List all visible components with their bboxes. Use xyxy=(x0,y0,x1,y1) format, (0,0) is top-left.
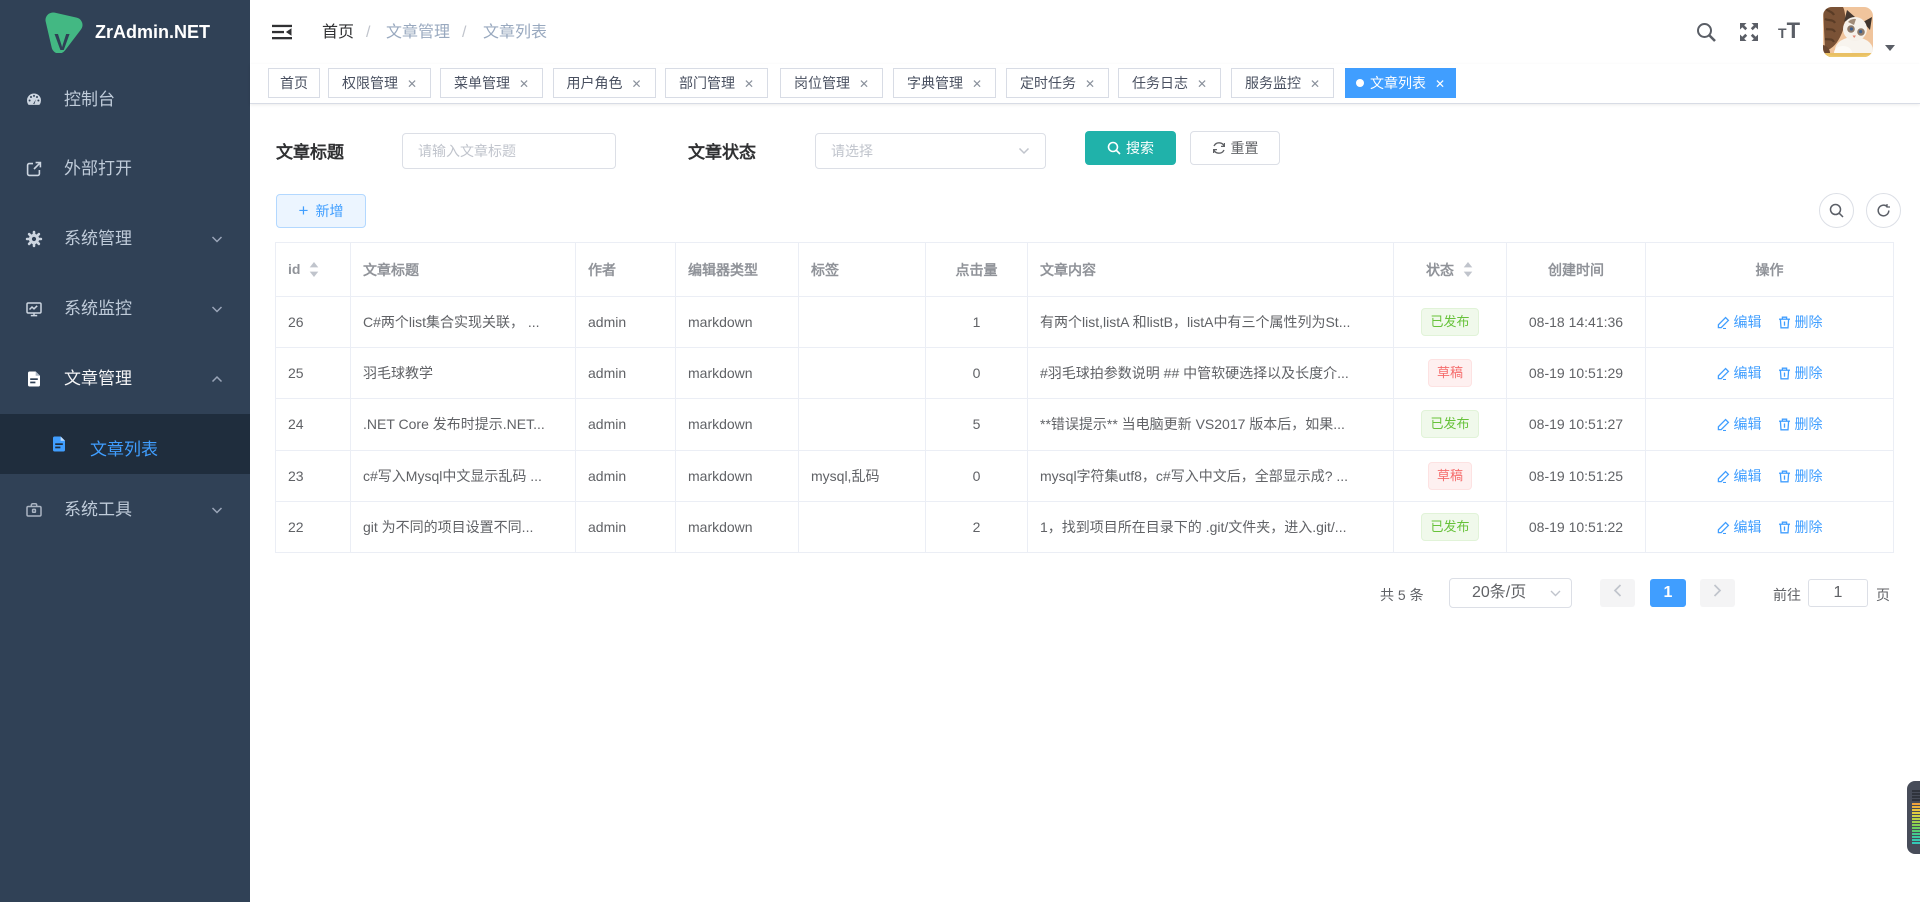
svg-text:V: V xyxy=(54,29,70,53)
